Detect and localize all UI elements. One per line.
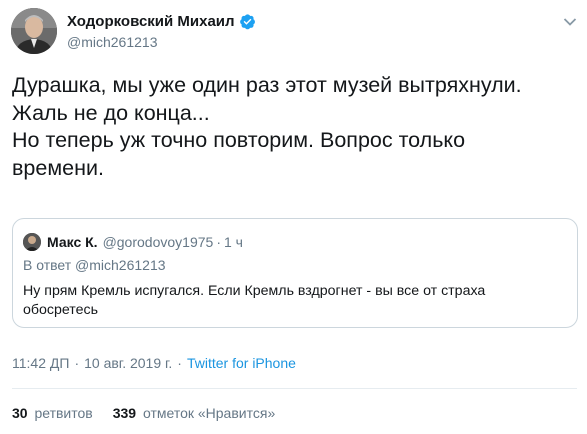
tweet-card: Ходорковский Михаил @mich261213 Дурашка,… xyxy=(0,0,587,434)
likes-count: 339 xyxy=(112,405,137,421)
author-name[interactable]: Ходорковский Михаил xyxy=(67,13,235,30)
quoted-tweet[interactable]: Макс К. @gorodovoy1975 · 1 ч В ответ @mi… xyxy=(12,218,578,328)
quoted-author-name: Макс К. xyxy=(47,234,98,250)
tweet-text: Дурашка, мы уже один раз этот музей вытр… xyxy=(12,73,522,180)
reply-to-handle[interactable]: @mich261213 xyxy=(75,257,166,273)
retweets-stat[interactable]: 30 ретвитов xyxy=(12,405,93,421)
likes-stat[interactable]: 339 отметок «Нравится» xyxy=(113,405,276,421)
author-avatar[interactable] xyxy=(11,8,57,54)
divider xyxy=(12,388,577,389)
quoted-author-avatar xyxy=(23,233,41,251)
separator-dot: · xyxy=(74,355,80,371)
separator-dot: · xyxy=(177,355,182,371)
verified-badge-icon xyxy=(239,13,256,30)
tweet-time[interactable]: 11:42 ДП xyxy=(12,355,69,371)
tweet-stats: 30 ретвитов 339 отметок «Нравится» xyxy=(12,405,295,421)
tweet-metadata: 11:42 ДП · 10 авг. 2019 г. · Twitter for… xyxy=(12,355,296,371)
reply-to-line: В ответ @mich261213 xyxy=(23,257,166,273)
author-handle[interactable]: @mich261213 xyxy=(67,34,256,50)
chevron-down-icon[interactable] xyxy=(563,14,577,26)
quoted-tweet-time: 1 ч xyxy=(223,234,243,250)
quoted-tweet-text: Ну прям Кремль испугался. Если Кремль вз… xyxy=(23,283,486,318)
quoted-author-handle: @gorodovoy1975 xyxy=(102,234,214,250)
separator-dot: · xyxy=(216,234,221,250)
reply-prefix: В ответ xyxy=(23,257,72,273)
likes-label: отметок «Нравится» xyxy=(142,405,276,421)
tweet-source-link[interactable]: Twitter for iPhone xyxy=(187,355,296,371)
quoted-tweet-header: Макс К. @gorodovoy1975 · 1 ч xyxy=(23,233,243,251)
retweets-label: ретвитов xyxy=(34,405,93,421)
tweet-date[interactable]: 10 авг. 2019 г. xyxy=(84,355,172,371)
author-info: Ходорковский Михаил @mich261213 xyxy=(67,12,256,50)
retweets-count: 30 xyxy=(12,405,28,421)
